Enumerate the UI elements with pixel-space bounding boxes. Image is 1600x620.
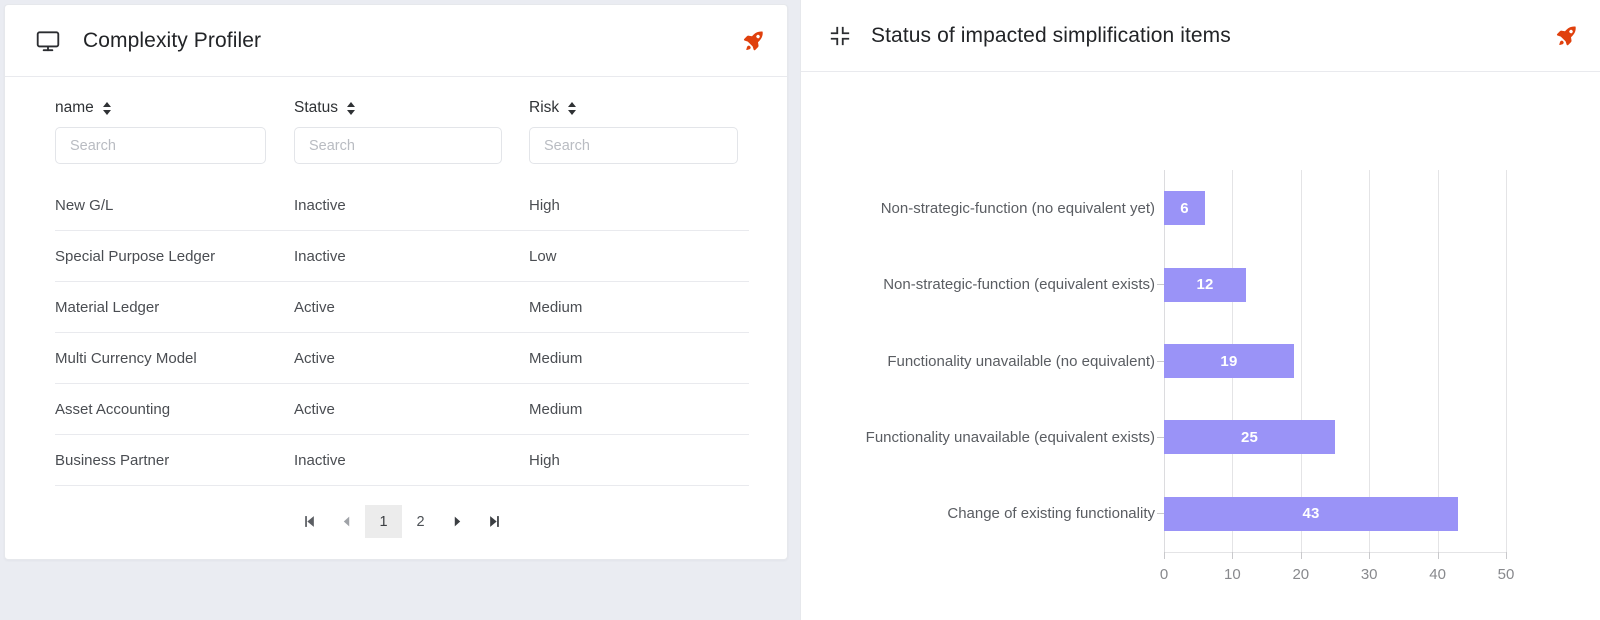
monitor-icon [35,28,61,54]
pagination-page-1[interactable]: 1 [365,505,402,538]
cell-risk: High [529,434,749,486]
column-header-status[interactable]: Status [294,99,529,127]
complexity-table: name Status Risk Search Search Search Ne… [55,99,749,486]
table-row[interactable]: New G/L Inactive High [55,180,749,231]
cell-risk: Medium [529,383,749,435]
table-filter-row [55,127,749,180]
search-input-status[interactable] [294,127,502,164]
x-tick-label: 40 [1429,566,1446,583]
bar-row: Non-strategic-function (equivalent exist… [883,267,1506,302]
search-input-name[interactable] [55,127,266,164]
bar[interactable]: 12 [1164,267,1247,302]
cell-name: Material Ledger [55,281,294,333]
cell-status: Active [294,281,529,333]
category-label: Change of existing functionality [947,505,1155,523]
bar-row: Functionality unavailable (no equivalent… [887,344,1506,378]
table-row[interactable]: Asset Accounting Active Medium [55,383,749,435]
cell-status: Active [294,332,529,384]
pagination-first-button[interactable] [291,505,328,538]
bar-value-label: 25 [1240,428,1259,446]
bar-row: Change of existing functionality 43 [947,496,1506,531]
cell-status: Inactive [294,230,529,282]
compress-icon [829,25,851,47]
filter-cell-status [294,127,529,180]
column-header-risk[interactable]: Risk [529,99,749,127]
plot-region: 0 10 20 30 40 50 Non-strategic-function (no e… [866,170,1514,583]
filter-cell-name [55,127,294,180]
cell-status: Inactive [294,180,529,231]
chart-title: Status of impacted simplification items [871,23,1231,47]
complexity-profiler-card: Complexity Profiler name Status Risk Sea… [4,4,788,560]
complexity-profiler-body: name Status Risk Search Search Search Ne… [5,77,787,559]
category-label: Functionality unavailable (no equivalent… [887,352,1155,370]
bar-row: Non-strategic-function (no equivalent ye… [881,191,1506,226]
rocket-icon[interactable] [741,29,765,53]
column-header-label: Risk [529,99,560,116]
table-row[interactable]: Business Partner Inactive High [55,434,749,486]
gridline [1506,170,1507,552]
column-header-name[interactable]: name [55,99,294,127]
x-tick-label: 50 [1497,566,1515,583]
pagination-next-button[interactable] [439,505,476,538]
category-label: Functionality unavailable (equivalent ex… [865,428,1155,446]
pagination-last-button[interactable] [476,505,513,538]
pagination: 1 2 [55,505,749,538]
dashboard-root: Complexity Profiler name Status Risk Sea… [0,0,1600,620]
y-tick-mark [1157,513,1164,515]
cell-name: Multi Currency Model [55,332,294,384]
category-label: Non-strategic-function (no equivalent ye… [880,199,1155,217]
table-body: New G/L Inactive High Special Purpose Le… [55,180,749,486]
sort-arrows-icon[interactable] [346,101,356,116]
y-tick-mark [1157,436,1164,438]
table-head: name Status Risk Search Search Search [55,99,749,180]
filter-cell-risk [529,127,749,180]
bar-value-label: 6 [1180,199,1189,217]
chart-card-header: Status of impacted simplification items [801,0,1600,72]
column-header-label: name [55,99,94,116]
cell-name: Business Partner [55,434,294,486]
bar[interactable]: 43 [1164,496,1459,531]
bar[interactable]: 6 [1164,191,1206,226]
left-column: Complexity Profiler name Status Risk Sea… [0,0,800,620]
bar-value-label: 19 [1220,352,1238,370]
sort-arrows-icon[interactable] [102,101,112,116]
right-column: Status of impacted simplification items … [800,0,1600,620]
bar-chart: 0 10 20 30 40 50 Non-strategic-function (no e… [821,92,1520,610]
bar[interactable]: 25 [1164,420,1335,455]
bar-value-label: 12 [1196,276,1214,294]
bar-value-label: 43 [1302,505,1320,523]
cell-risk: High [529,180,749,231]
page-title: Complexity Profiler [83,28,262,52]
table-header-row: name Status Risk [55,99,749,127]
rocket-icon[interactable] [1554,24,1578,48]
cell-risk: Medium [529,281,749,333]
table-row[interactable]: Material Ledger Active Medium [55,281,749,333]
y-tick-mark [1157,284,1164,286]
sort-arrows-icon[interactable] [568,101,577,116]
complexity-profiler-header: Complexity Profiler [5,5,787,77]
table-row[interactable]: Multi Currency Model Active Medium [55,332,749,384]
x-tick-label: 20 [1292,566,1310,583]
x-tick-label: 10 [1224,566,1241,583]
x-tick-label: 30 [1360,566,1378,583]
column-header-label: Status [294,99,338,116]
pagination-page-2[interactable]: 2 [402,505,439,538]
bar[interactable]: 19 [1164,344,1294,378]
x-tick-label: 0 [1159,566,1169,583]
search-input-risk[interactable] [529,127,738,164]
y-tick-mark [1157,360,1164,362]
x-axis: 0 10 20 30 40 50 [1160,552,1514,592]
bar-row: Functionality unavailable (equivalent ex… [866,420,1506,455]
table-row[interactable]: Special Purpose Ledger Inactive Low [55,230,749,282]
category-label: Non-strategic-function (equivalent exist… [883,276,1155,294]
cell-status: Inactive [294,434,529,486]
cell-name: New G/L [55,180,294,231]
cell-risk: Low [529,230,749,282]
cell-name: Asset Accounting [55,383,294,435]
cell-status: Active [294,383,529,435]
chart-area: 0 10 20 30 40 50 Non-strategic-function (no e… [801,72,1600,620]
cell-name: Special Purpose Ledger [55,230,294,282]
cell-risk: Medium [529,332,749,384]
pagination-prev-button[interactable] [328,505,365,538]
